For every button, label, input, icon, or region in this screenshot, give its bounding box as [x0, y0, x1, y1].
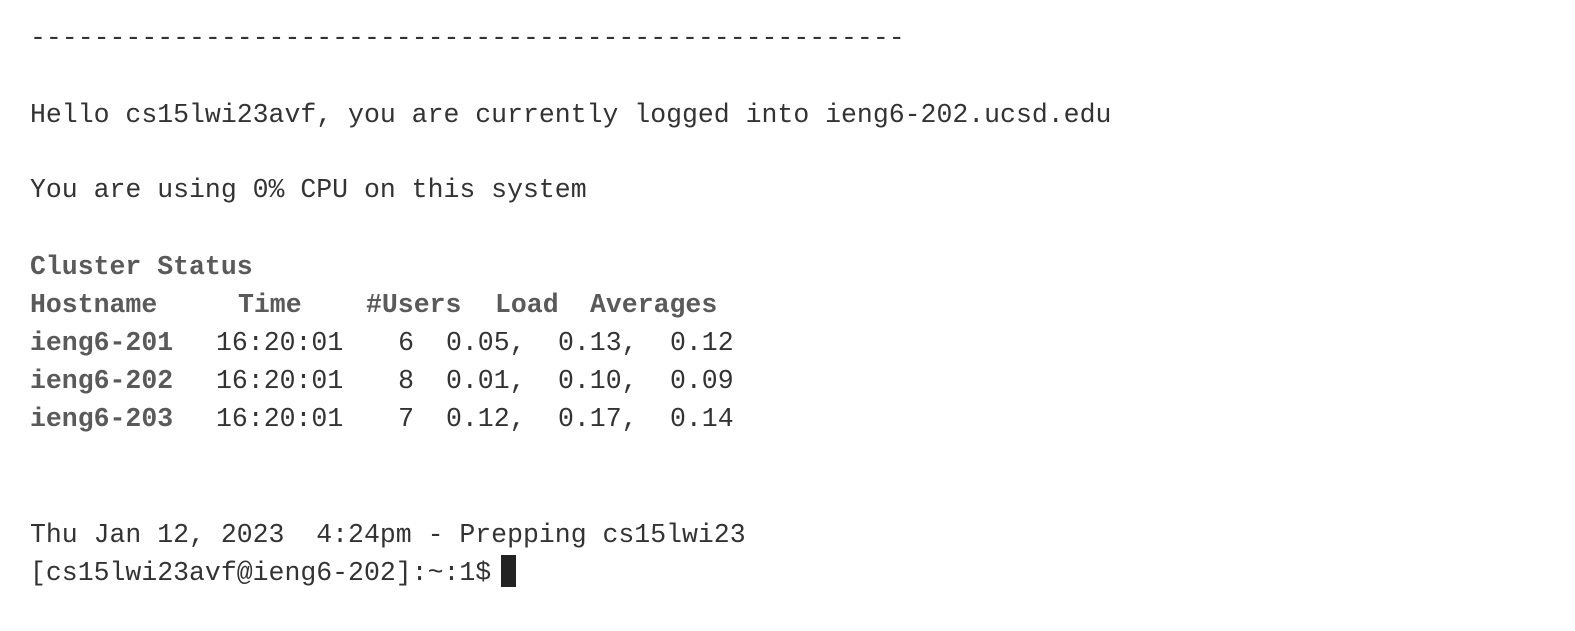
cluster-table-header: Hostname Time #Users Load Averages	[0, 286, 800, 324]
command-prompt[interactable]: [cs15lwi23avf@ieng6-202]:~:1$	[30, 554, 517, 592]
cluster-status-title: Cluster Status	[30, 252, 253, 282]
row-users: 8	[398, 366, 414, 396]
header-hostname: Hostname	[30, 290, 158, 320]
row-load-5: 0.13,	[558, 328, 638, 358]
cluster-table-row: ieng6-202 16:20:01 8 0.01, 0.10, 0.09	[0, 362, 800, 400]
cluster-table-row: ieng6-201 16:20:01 6 0.05, 0.13, 0.12	[0, 324, 800, 362]
row-hostname: ieng6-203	[30, 404, 174, 434]
row-load-1: 0.12,	[446, 404, 526, 434]
row-time: 16:20:01	[216, 366, 344, 396]
date-line: Thu Jan 12, 2023 4:24pm - Prepping cs15l…	[30, 520, 746, 550]
cursor	[501, 555, 517, 587]
row-load-5: 0.10,	[558, 366, 638, 396]
row-load-15: 0.14	[670, 404, 734, 434]
row-hostname: ieng6-201	[30, 328, 174, 358]
row-users: 6	[398, 328, 414, 358]
row-time: 16:20:01	[216, 328, 344, 358]
row-load-1: 0.05,	[446, 328, 526, 358]
row-load-1: 0.01,	[446, 366, 526, 396]
separator-line: ----------------------------------------…	[30, 23, 905, 53]
header-time: Time	[238, 290, 302, 320]
prompt-text: [cs15lwi23avf@ieng6-202]:~:1$	[30, 558, 492, 588]
row-users: 7	[398, 404, 414, 434]
row-hostname: ieng6-202	[30, 366, 174, 396]
header-averages: Averages	[590, 290, 718, 320]
row-load-15: 0.09	[670, 366, 734, 396]
cpu-usage-line: You are using 0% CPU on this system	[30, 175, 587, 205]
row-load-5: 0.17,	[558, 404, 638, 434]
row-load-15: 0.12	[670, 328, 734, 358]
row-time: 16:20:01	[216, 404, 344, 434]
header-users: #Users	[366, 290, 462, 320]
cluster-table-row: ieng6-203 16:20:01 7 0.12, 0.17, 0.14	[0, 400, 800, 438]
header-load: Load	[495, 290, 559, 320]
greeting-line: Hello cs15lwi23avf, you are currently lo…	[30, 100, 1112, 130]
